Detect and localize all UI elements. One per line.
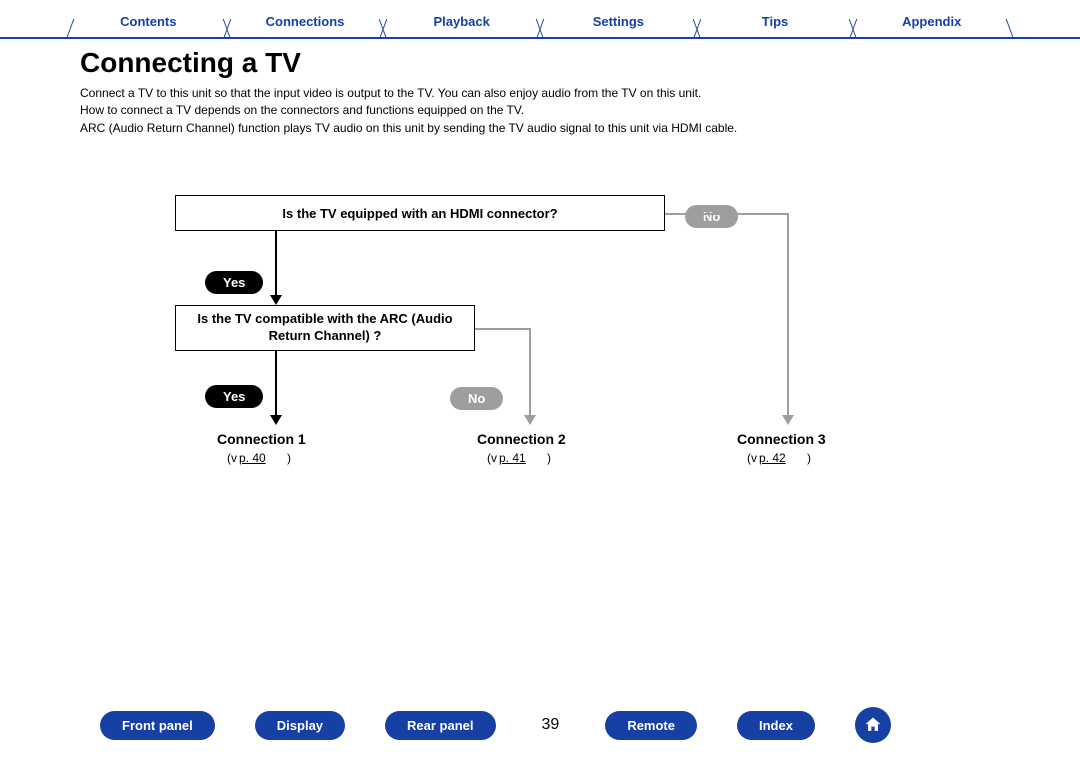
result-connection-2: Connection 2 [477,431,566,447]
edge-label-no-1: No [685,205,738,228]
arrow-down-icon [270,415,282,425]
nav-index[interactable]: Index [737,711,815,740]
edge-label-no-2: No [450,387,503,410]
edge-label-yes-2: Yes [205,385,263,408]
intro-line-1: Connect a TV to this unit so that the in… [80,85,980,102]
tab-tips[interactable]: Tips [697,8,854,37]
decision-hdmi: Is the TV equipped with an HDMI connecto… [175,195,665,231]
arrow-down-icon [782,415,794,425]
top-tabs: Contents Connections Playback Settings T… [0,0,1080,39]
page-link-3[interactable]: (vp. 42) [747,451,811,465]
decision-arc: Is the TV compatible with the ARC (Audio… [175,305,475,351]
intro-line-2: How to connect a TV depends on the conne… [80,102,980,119]
result-connection-1: Connection 1 [217,431,306,447]
page-link-2[interactable]: (vp. 41) [487,451,551,465]
nav-remote[interactable]: Remote [605,711,697,740]
page-number: 39 [536,716,566,734]
edge-label-yes-1: Yes [205,271,263,294]
page-title: Connecting a TV [80,47,1080,79]
result-connection-3: Connection 3 [737,431,826,447]
nav-rear-panel[interactable]: Rear panel [385,711,495,740]
arrow-down-icon [270,295,282,305]
page-link-1[interactable]: (vp. 40) [227,451,291,465]
tab-contents[interactable]: Contents [70,8,227,37]
bottom-nav: Front panel Display Rear panel 39 Remote… [0,707,1080,743]
intro-line-3: ARC (Audio Return Channel) function play… [80,120,980,137]
nav-display[interactable]: Display [255,711,345,740]
tab-appendix[interactable]: Appendix [853,8,1010,37]
flowchart: Is the TV equipped with an HDMI connecto… [175,195,905,495]
tab-playback[interactable]: Playback [383,8,540,37]
intro-text: Connect a TV to this unit so that the in… [80,85,980,137]
tab-settings[interactable]: Settings [540,8,697,37]
arrow-down-icon [524,415,536,425]
home-icon [863,715,883,735]
nav-front-panel[interactable]: Front panel [100,711,215,740]
tab-connections[interactable]: Connections [227,8,384,37]
home-button[interactable] [855,707,891,743]
